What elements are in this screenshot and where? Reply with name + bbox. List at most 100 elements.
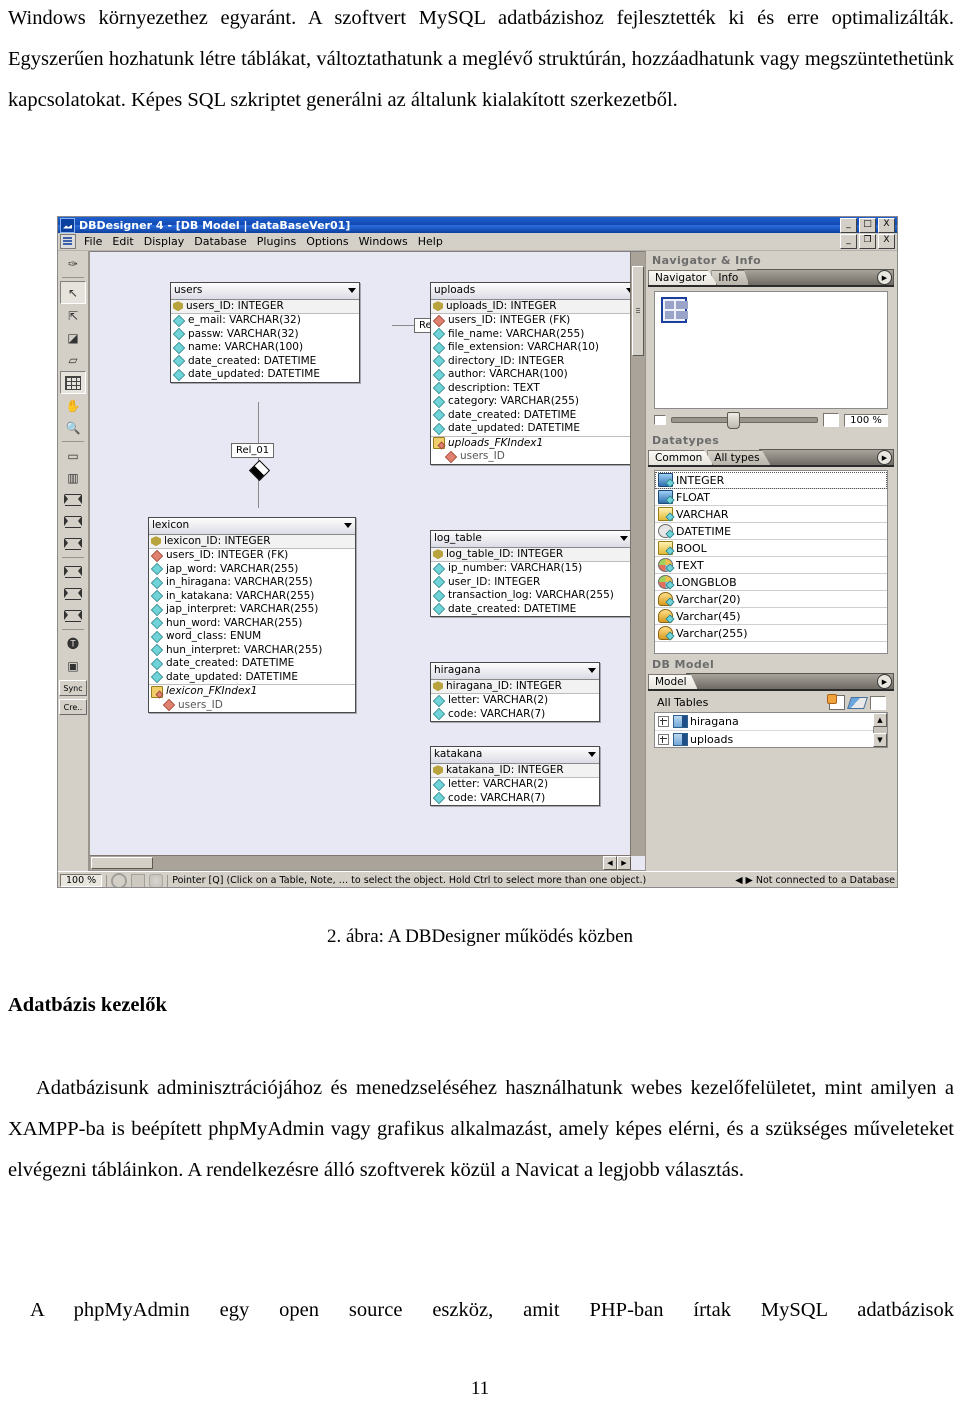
mdi-restore-button[interactable]: ❐ <box>859 234 876 249</box>
relation-diamond-rel01[interactable] <box>248 459 271 482</box>
tree-item[interactable]: hiragana <box>655 713 887 731</box>
tab-info[interactable]: Info <box>711 270 750 285</box>
tab-navigator[interactable]: Navigator <box>648 270 718 285</box>
status-zoom-value[interactable]: 100 % <box>60 874 103 887</box>
tree-scroll-up-arrow-icon[interactable]: ▲ <box>873 713 887 727</box>
field-row[interactable]: category: VARCHAR(255) <box>431 395 637 409</box>
datatype-item[interactable]: BOOL <box>655 540 887 557</box>
chevron-down-icon[interactable] <box>620 536 628 542</box>
relation-1n-tool-icon[interactable] <box>61 489 85 510</box>
field-row[interactable]: date_created: DATETIME <box>431 603 631 617</box>
index-field-row[interactable]: users_ID <box>431 450 637 464</box>
table-katakana[interactable]: katakana katakana_ID: INTEGER letter: VA… <box>430 746 600 806</box>
table-users[interactable]: users users_ID: INTEGER e_mail: VARCHAR(… <box>170 282 360 383</box>
dbmodel-tree-scrollbar[interactable]: ▲ ▼ <box>873 713 887 747</box>
table-uploads[interactable]: uploads uploads_ID: INTEGER users_ID: IN… <box>430 282 638 465</box>
field-row[interactable]: author: VARCHAR(100) <box>431 368 637 382</box>
datatype-item[interactable]: Varchar(255) <box>655 625 887 642</box>
image-tool-icon[interactable]: ▣ <box>61 655 85 676</box>
table-uploads-header[interactable]: uploads <box>431 283 637 300</box>
tab-common[interactable]: Common <box>648 450 714 465</box>
datatype-item[interactable]: LONGBLOB <box>655 574 887 591</box>
panel-expand-arrow-icon[interactable]: ▶ <box>877 450 892 465</box>
index-row[interactable]: lexicon_FKIndex1 <box>149 684 355 699</box>
scroll-right-arrow-icon[interactable]: ▶ <box>617 856 631 870</box>
table-hiragana-header[interactable]: hiragana <box>431 663 599 680</box>
field-row[interactable]: katakana_ID: INTEGER <box>431 763 599 778</box>
field-row[interactable]: users_ID: INTEGER (FK) <box>149 549 355 563</box>
expand-plus-icon[interactable] <box>658 716 669 727</box>
navigator-viewport-thumb[interactable] <box>661 297 688 323</box>
grid-tool-icon[interactable] <box>60 371 86 394</box>
navigator-preview[interactable] <box>654 291 888 409</box>
table-users-header[interactable]: users <box>171 283 359 300</box>
relation-1n-b-tool-icon[interactable] <box>61 583 85 604</box>
field-row[interactable]: code: VARCHAR(7) <box>431 708 599 722</box>
horizontal-scrollbar-thumb[interactable] <box>91 857 153 869</box>
field-row[interactable]: in_hiragana: VARCHAR(255) <box>149 576 355 590</box>
note-tool-icon[interactable]: ◪ <box>61 327 85 348</box>
text-tool-icon[interactable]: 🅣 <box>61 633 85 654</box>
field-row[interactable]: description: TEXT <box>431 382 637 396</box>
field-row[interactable]: lexicon_ID: INTEGER <box>149 534 355 549</box>
field-row[interactable]: date_updated: DATETIME <box>431 422 637 436</box>
eraser-icon[interactable] <box>847 696 868 709</box>
zoom-slider[interactable] <box>671 412 818 429</box>
pin-tool-icon[interactable]: ✑ <box>61 253 85 274</box>
datatype-item[interactable]: INTEGER <box>655 472 887 489</box>
field-row[interactable]: directory_ID: INTEGER <box>431 355 637 369</box>
field-row[interactable]: date_updated: DATETIME <box>149 671 355 685</box>
field-row[interactable]: transaction_log: VARCHAR(255) <box>431 589 631 603</box>
zoom-in-icon[interactable] <box>823 413 839 427</box>
field-row[interactable]: e_mail: VARCHAR(32) <box>171 314 359 328</box>
eraser-tool-icon[interactable]: ▱ <box>61 349 85 370</box>
expand-plus-icon[interactable] <box>658 734 669 745</box>
field-row[interactable]: users_ID: INTEGER (FK) <box>431 314 637 328</box>
canvas-vertical-scrollbar[interactable] <box>630 252 645 856</box>
mdi-close-button[interactable]: X <box>878 234 895 249</box>
field-row[interactable]: in_katakana: VARCHAR(255) <box>149 590 355 604</box>
chevron-down-icon[interactable] <box>588 752 596 758</box>
canvas-surface[interactable]: users users_ID: INTEGER e_mail: VARCHAR(… <box>90 252 645 870</box>
tree-scroll-down-arrow-icon[interactable]: ▼ <box>873 733 887 747</box>
create-button[interactable]: Cre.. <box>59 699 87 715</box>
field-row[interactable]: file_name: VARCHAR(255) <box>431 328 637 342</box>
scroll-left-arrow-icon[interactable]: ◀ <box>603 856 617 870</box>
menu-item-edit[interactable]: Edit <box>107 234 138 249</box>
model-canvas[interactable]: users users_ID: INTEGER e_mail: VARCHAR(… <box>89 251 646 871</box>
zoom-out-icon[interactable] <box>654 415 666 425</box>
table-log-table[interactable]: log_table log_table_ID: INTEGER ip_numbe… <box>430 530 632 617</box>
field-row[interactable]: hun_interpret: VARCHAR(255) <box>149 644 355 658</box>
menu-item-help[interactable]: Help <box>413 234 448 249</box>
field-row[interactable]: users_ID: INTEGER <box>171 299 359 314</box>
menu-item-windows[interactable]: Windows <box>354 234 413 249</box>
move-tool-icon[interactable]: ⇱ <box>61 305 85 326</box>
field-row[interactable]: code: VARCHAR(7) <box>431 792 599 806</box>
field-row[interactable]: date_created: DATETIME <box>431 409 637 423</box>
field-row[interactable]: jap_interpret: VARCHAR(255) <box>149 603 355 617</box>
field-row[interactable]: passw: VARCHAR(32) <box>171 328 359 342</box>
connection-prev-arrow-icon[interactable]: ◀ <box>735 875 742 886</box>
maximize-button[interactable]: □ <box>859 217 876 233</box>
tab-all-types[interactable]: All types <box>707 450 771 465</box>
zoom-tool-icon[interactable]: 🔍 <box>61 417 85 438</box>
tree-item[interactable]: uploads <box>655 731 887 747</box>
chevron-down-icon[interactable] <box>588 668 596 674</box>
collapse-icon[interactable] <box>870 695 886 710</box>
field-row[interactable]: ip_number: VARCHAR(15) <box>431 562 631 576</box>
field-row[interactable]: letter: VARCHAR(2) <box>431 694 599 708</box>
dbmodel-tree[interactable]: hiragana uploads ▲ ▼ <box>654 712 888 748</box>
zoom-slider-knob[interactable] <box>727 412 741 429</box>
close-button[interactable]: X <box>878 217 895 233</box>
table-log-table-header[interactable]: log_table <box>431 531 631 548</box>
field-row[interactable]: date_updated: DATETIME <box>171 368 359 382</box>
field-row[interactable]: uploads_ID: INTEGER <box>431 299 637 314</box>
menu-item-file[interactable]: File <box>79 234 107 249</box>
datatype-item[interactable]: VARCHAR <box>655 506 887 523</box>
datatype-item[interactable]: Varchar(20) <box>655 591 887 608</box>
minimize-button[interactable]: _ <box>840 217 857 233</box>
table-hiragana[interactable]: hiragana hiragana_ID: INTEGER letter: VA… <box>430 662 600 722</box>
new-table-icon[interactable] <box>827 694 845 710</box>
table-lexicon-header[interactable]: lexicon <box>149 518 355 535</box>
hand-tool-icon[interactable]: ✋ <box>61 395 85 416</box>
